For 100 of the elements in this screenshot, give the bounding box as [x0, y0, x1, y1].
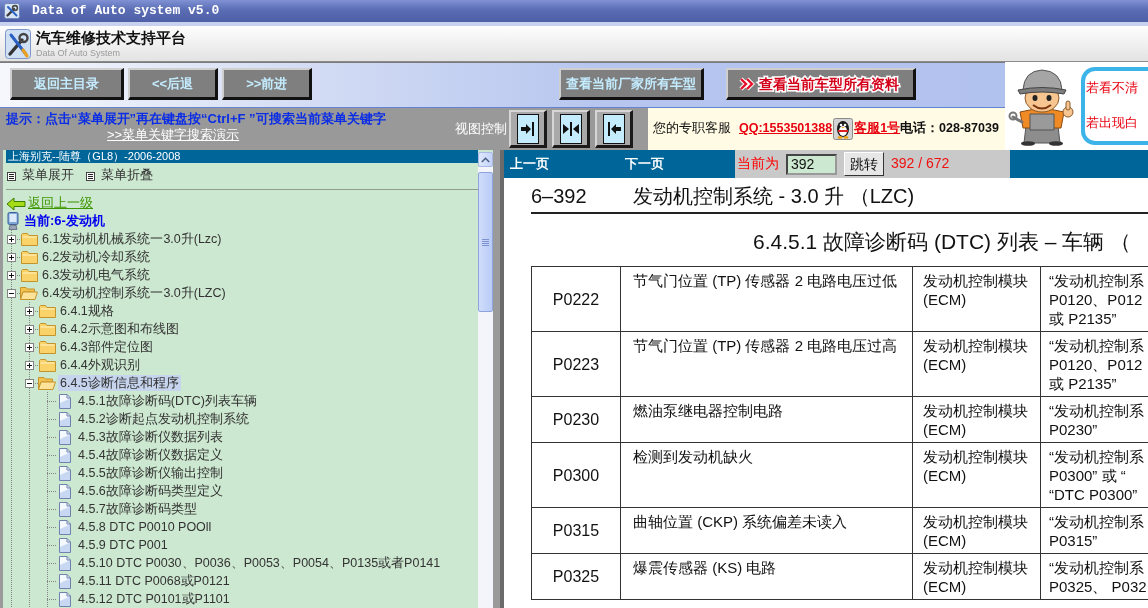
tree-item[interactable]: 4.5.4故障诊断仪数据定义 — [76, 447, 225, 463]
tree-item[interactable]: 6.3发动机电气系统 — [40, 267, 153, 283]
tree-item[interactable]: 6.1发动机机械系统一3.0升(Lzc) — [40, 231, 224, 247]
tree-item[interactable]: 6.4.5诊断信息和程序 — [58, 375, 181, 391]
support-label: 您的专职客服 — [653, 121, 731, 137]
table-cell: 燃油泵继电器控制电路 — [620, 396, 913, 443]
qq-link[interactable]: QQ:1553501388 — [739, 121, 833, 137]
notice-text: 若看不清 — [1086, 80, 1138, 97]
folder-icon — [20, 250, 38, 264]
table-cell: P0300 — [531, 442, 621, 508]
minus-box-icon[interactable] — [6, 288, 16, 298]
menu-toggle-button[interactable]: 菜单折叠 — [86, 168, 153, 184]
tree-item[interactable]: 4.5.12 DTC P0101或P1101 — [76, 591, 232, 607]
folder-icon — [20, 268, 38, 282]
table-cell: 爆震传感器 (KS) 电路 — [620, 553, 913, 600]
document-icon — [59, 537, 71, 553]
phone-number: 电话：028-87039 — [900, 121, 999, 137]
document-icon — [59, 519, 71, 535]
next-page-link[interactable]: 下一页 — [625, 155, 664, 173]
table-cell: P0222 — [531, 266, 621, 332]
document-icon — [59, 501, 71, 517]
plus-box-icon[interactable] — [24, 324, 34, 334]
table-cell: 检测到发动机缺火 — [620, 442, 913, 508]
previous-page-link[interactable]: 上一页 — [510, 155, 549, 173]
document-icon — [59, 573, 71, 589]
page-count: 392 / 672 — [891, 155, 950, 173]
scrollbar-thumb[interactable] — [478, 172, 493, 312]
menu-toggle-button[interactable]: 菜单展开 — [7, 168, 74, 184]
section-title: 发动机控制系统 - 3.0 升 （LZC) — [633, 183, 915, 209]
agent-link[interactable]: 客服1号 — [854, 121, 901, 137]
plus-box-icon[interactable] — [6, 270, 16, 280]
window-title: Data of Auto system v5.0 — [32, 2, 220, 20]
plus-box-icon[interactable] — [6, 234, 16, 244]
tools-icon — [4, 3, 20, 19]
tree-item[interactable]: 6.2发动机冷却系统 — [40, 249, 153, 265]
page-number-field[interactable]: 392 — [786, 153, 837, 175]
up-chevron-icon — [481, 156, 490, 163]
tree-item[interactable]: 4.5.11 DTC P0068或P0121 — [76, 573, 232, 589]
tree-item[interactable]: 4.5.7故障诊断码类型 — [76, 501, 199, 517]
document-icon — [59, 429, 71, 445]
plus-box-icon[interactable] — [24, 306, 34, 316]
tree-item[interactable]: 6.4.4外观识别 — [58, 357, 142, 373]
tree-item[interactable]: 6.4.2示意图和布线图 — [58, 321, 181, 337]
plus-box-icon[interactable] — [24, 360, 34, 370]
folder-icon — [38, 358, 56, 372]
table-cell: 发动机控制模块 (ECM) — [912, 266, 1041, 332]
folder-icon — [38, 340, 56, 354]
penguin-icon[interactable] — [833, 118, 854, 140]
document-icon — [59, 411, 71, 427]
scroll-up-button[interactable] — [478, 152, 493, 167]
app-title: 汽车维修技术支持平台 — [36, 28, 186, 46]
table-cell: 发动机控制模块 (ECM) — [912, 442, 1041, 508]
document-icon — [59, 465, 71, 481]
app-subtitle: Data Of Auto System — [36, 47, 122, 59]
tree-item[interactable]: 4.5.10 DTC P0030、P0036、P0053、P0054、P0135或者P0141 — [76, 555, 443, 571]
view-control-button[interactable] — [552, 110, 590, 148]
arrows-to-bar-icon — [559, 113, 582, 144]
tree-item[interactable]: 6.4发动机控制系统一3.0升(LZC) — [40, 285, 228, 301]
double-chevron-icon — [738, 75, 755, 92]
current-page-label: 当前为 — [737, 155, 779, 173]
computer-icon — [7, 212, 19, 230]
table-cell: 曲轴位置 (CKP) 系统偏差未读入 — [620, 507, 913, 554]
table-cell: 节气门位置 (TP) 传感器 2 电路电压过高 — [620, 331, 913, 397]
table-cell: 发动机控制模块 (ECM) — [912, 331, 1041, 397]
tree-item[interactable]: 6.4.1规格 — [58, 303, 116, 319]
tree-item[interactable]: 4.5.9 DTC P001 — [76, 537, 170, 553]
document-icon — [59, 483, 71, 499]
go-button[interactable]: 跳转 — [844, 152, 884, 176]
table-cell: P0315 — [531, 507, 621, 554]
section-heading: 6.4.5.1 故障诊断码 (DTC) 列表 – 车辆 （ — [753, 230, 1132, 253]
tree-item[interactable]: 6.4.3部件定位图 — [58, 339, 155, 355]
tree-item[interactable]: 4.5.6故障诊断码类型定义 — [76, 483, 225, 499]
tree-item[interactable]: 4.5.3故障诊断仪数据列表 — [76, 429, 225, 445]
left-arrow-icon — [6, 197, 26, 211]
list-box-icon — [86, 171, 95, 181]
page-number: 6–392 — [531, 184, 587, 207]
table-cell: 节气门位置 (TP) 传感器 2 电路电压过低 — [620, 266, 913, 332]
document-icon — [59, 555, 71, 571]
tree-item[interactable]: 4.5.5故障诊断仪输出控制 — [76, 465, 225, 481]
view-control-button[interactable] — [595, 110, 633, 148]
folder-icon — [38, 322, 56, 336]
plus-box-icon[interactable] — [6, 252, 16, 262]
minus-box-icon[interactable] — [24, 378, 34, 388]
view-control-label: 视图控制 — [455, 120, 508, 138]
tree-item[interactable]: 4.5.8 DTC P0010 POOll — [76, 519, 214, 535]
open-folder-icon — [38, 376, 56, 390]
arrow-to-bar-icon — [516, 113, 539, 144]
view-control-button[interactable] — [509, 110, 547, 148]
tools-logo-icon — [5, 28, 31, 59]
bar-arrow-left-icon — [602, 113, 625, 144]
folder-icon — [20, 232, 38, 246]
plus-box-icon[interactable] — [24, 342, 34, 352]
tree-item[interactable]: 4.5.2诊断起点发动机控制系统 — [76, 411, 251, 427]
document-icon — [59, 393, 71, 409]
table-cell: 发动机控制模块 (ECM) — [912, 396, 1041, 443]
list-box-icon — [7, 171, 16, 181]
table-cell: P0230 — [531, 396, 621, 443]
current-category: 当前:6-发动机 — [24, 212, 105, 230]
tree-item[interactable]: 4.5.1故障诊断码(DTC)列表车辆 — [76, 393, 259, 409]
document-icon — [59, 591, 71, 607]
